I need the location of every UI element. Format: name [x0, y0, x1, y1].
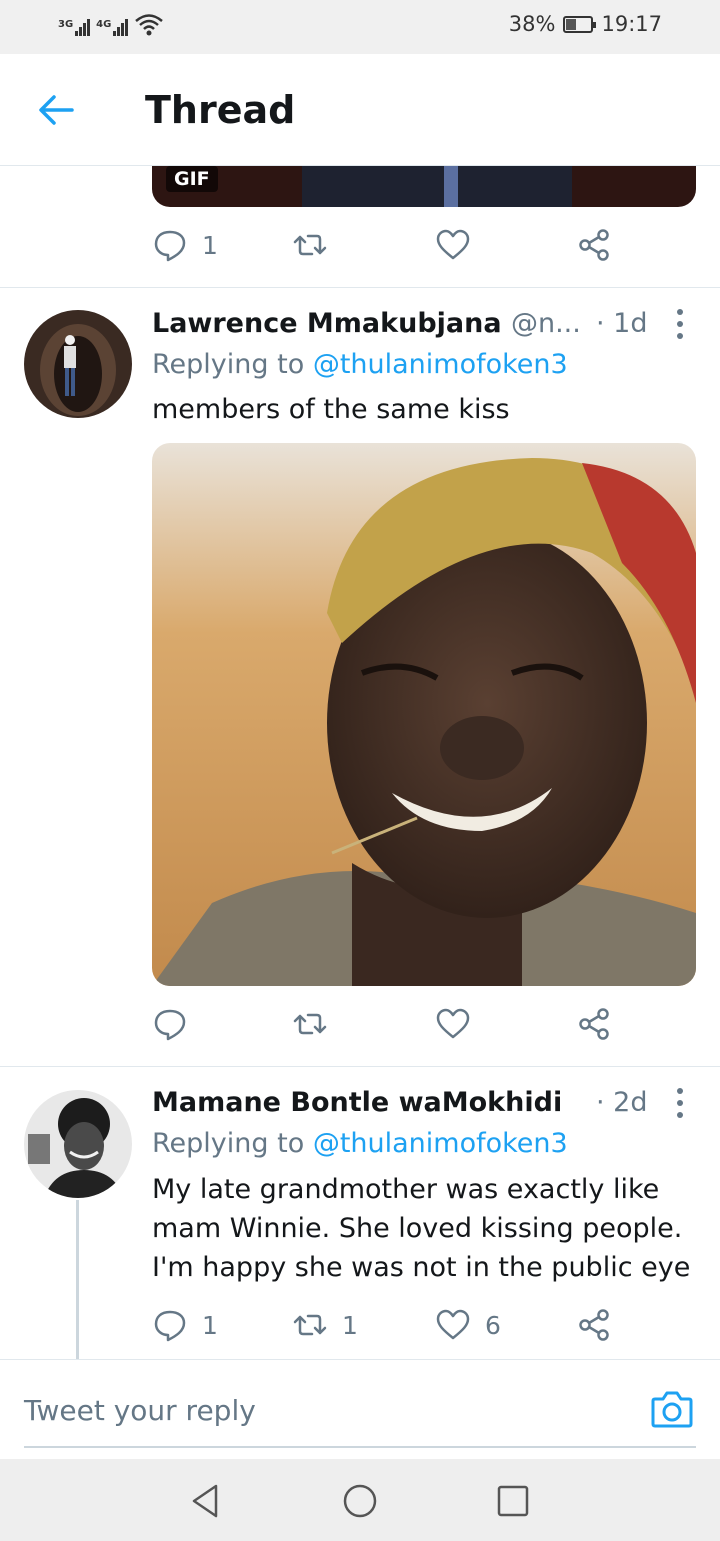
divider — [0, 1066, 720, 1067]
tweet-actions: 1 1 6 — [152, 1307, 622, 1347]
author-handle: @n... — [510, 308, 581, 339]
tweet-actions — [152, 1006, 622, 1046]
gif-badge: GIF — [166, 166, 218, 192]
camera-button[interactable] — [650, 1388, 694, 1430]
share-icon — [579, 1008, 609, 1040]
smiling-woman-photo — [152, 443, 696, 986]
mention-link[interactable]: @thulanimofoken3 — [313, 1128, 568, 1159]
replying-to: Replying to @thulanimofoken3 — [152, 349, 568, 380]
retweet-button[interactable] — [292, 1006, 342, 1042]
thread-header: Thread — [0, 54, 720, 166]
author-name: Mamane Bontle waMokhidi — [152, 1087, 563, 1118]
divider — [0, 287, 720, 288]
reply-button[interactable]: 1 — [152, 227, 218, 263]
nav-back-icon[interactable] — [186, 1481, 226, 1521]
like-button[interactable] — [435, 1006, 485, 1042]
retweet-button[interactable]: 1 — [292, 1307, 358, 1343]
tweet-actions: 1 — [152, 227, 622, 267]
tweet-author[interactable]: Lawrence Mmakubjana @n... — [152, 308, 581, 339]
tweet-time: · 1d — [596, 308, 648, 339]
tweet-time: · 2d — [596, 1087, 648, 1118]
like-button[interactable]: 6 — [435, 1307, 501, 1343]
share-button[interactable] — [576, 227, 612, 263]
battery-icon — [563, 15, 597, 33]
retweet-icon — [293, 234, 327, 256]
avatar[interactable] — [24, 310, 132, 418]
arrow-left-icon — [39, 95, 74, 125]
retweet-icon — [293, 1013, 327, 1035]
thread-connector-line — [76, 1200, 79, 1359]
avatar[interactable] — [24, 1090, 132, 1198]
nav-recents-icon[interactable] — [493, 1481, 533, 1521]
share-icon — [579, 1309, 609, 1341]
tweet-text: My late grandmother was exactly like mam… — [152, 1174, 691, 1283]
more-vertical-icon[interactable] — [670, 307, 690, 341]
author-name: Lawrence Mmakubjana — [152, 308, 502, 339]
nav-home-icon[interactable] — [340, 1481, 380, 1521]
back-button[interactable] — [34, 90, 78, 130]
avatar-portrait-photo — [24, 1090, 132, 1198]
status-right: 38% 19:17 — [509, 12, 662, 36]
system-nav-bar — [0, 1459, 720, 1541]
signal-4g-icon: 4G — [96, 19, 129, 36]
reply-input[interactable]: Tweet your reply — [24, 1380, 696, 1448]
comment-icon — [154, 230, 186, 262]
avatar-cave-photo — [24, 310, 132, 418]
reply-button[interactable]: 1 — [152, 1307, 218, 1343]
heart-icon — [436, 1008, 470, 1039]
share-button[interactable] — [576, 1006, 612, 1042]
share-button[interactable] — [576, 1307, 612, 1343]
more-vertical-icon[interactable] — [670, 1086, 690, 1120]
comment-icon — [154, 1310, 186, 1342]
retweet-button[interactable] — [292, 227, 342, 263]
replying-to: Replying to @thulanimofoken3 — [152, 1128, 568, 1159]
comment-icon — [154, 1009, 186, 1041]
retweet-icon — [293, 1314, 327, 1336]
tweet-photo[interactable] — [152, 443, 696, 986]
wifi-icon — [135, 14, 164, 36]
clock: 19:17 — [601, 12, 662, 36]
battery-percent: 38% — [508, 12, 556, 36]
heart-icon — [436, 1309, 470, 1340]
heart-icon — [436, 229, 470, 260]
mention-link[interactable]: @thulanimofoken3 — [313, 349, 568, 380]
page-title: Thread — [145, 88, 296, 132]
tweet-text: members of the same kiss — [152, 394, 510, 425]
reply-composer: Tweet your reply — [0, 1359, 720, 1459]
network-indicators: 3G 4G — [58, 12, 164, 36]
reply-button[interactable] — [152, 1006, 202, 1042]
like-button[interactable] — [435, 227, 485, 263]
status-bar: 3G 4G 38% 19:17 — [0, 0, 720, 54]
tweet-author[interactable]: Mamane Bontle waMokhidi — [152, 1087, 562, 1118]
camera-icon — [651, 1391, 693, 1428]
signal-3g-icon: 3G — [58, 19, 91, 36]
gif-media[interactable]: GIF — [152, 166, 696, 207]
share-icon — [579, 229, 609, 261]
